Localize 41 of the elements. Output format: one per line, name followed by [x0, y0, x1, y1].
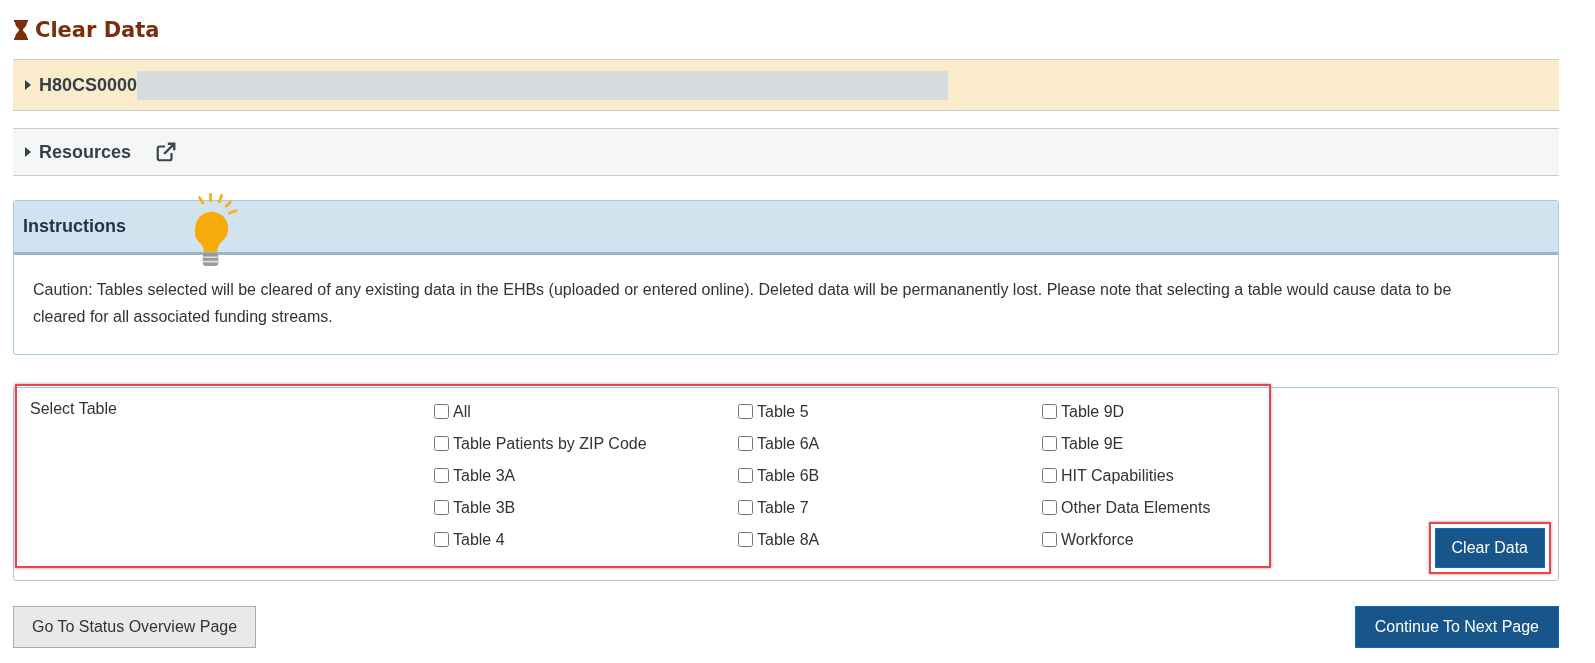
- table-checkbox[interactable]: [1042, 500, 1057, 515]
- table-checkbox[interactable]: [738, 500, 753, 515]
- checkbox-label[interactable]: Table Patients by ZIP Code: [453, 434, 647, 453]
- table-checkbox[interactable]: [434, 468, 449, 483]
- checkbox-label[interactable]: Table 3B: [453, 498, 516, 517]
- checkbox-label[interactable]: Table 6A: [757, 434, 820, 453]
- checkbox-label[interactable]: Table 7: [757, 498, 809, 517]
- instructions-heading: Instructions: [23, 216, 126, 237]
- continue-button[interactable]: Continue To Next Page: [1354, 606, 1559, 648]
- table-checkbox[interactable]: [738, 532, 753, 547]
- checkbox-label[interactable]: All: [453, 402, 471, 421]
- checkbox-label[interactable]: Table 9D: [1061, 402, 1125, 421]
- grant-panel-toggle[interactable]: H80CS0000: [13, 74, 138, 96]
- table-checkbox[interactable]: [1042, 404, 1057, 419]
- checkbox-label[interactable]: Table 9E: [1061, 434, 1124, 453]
- checkbox-label[interactable]: Table 3A: [453, 466, 516, 485]
- table-checkbox[interactable]: [434, 404, 449, 419]
- checkbox-label[interactable]: Table 5: [757, 402, 809, 421]
- select-table-label: Select Table: [30, 400, 118, 419]
- table-checkbox[interactable]: [1042, 468, 1057, 483]
- table-checkbox[interactable]: [1042, 532, 1057, 547]
- checkbox-label[interactable]: Table 4: [453, 530, 505, 549]
- checkbox-label[interactable]: Table 6B: [757, 466, 820, 485]
- resources-panel-toggle[interactable]: Resources: [13, 141, 132, 163]
- table-checkbox[interactable]: [434, 500, 449, 515]
- table-checkbox[interactable]: [738, 404, 753, 419]
- checkbox-label[interactable]: Workforce: [1061, 530, 1134, 549]
- table-checkbox[interactable]: [1042, 436, 1057, 451]
- table-checkbox[interactable]: [738, 468, 753, 483]
- hourglass-icon: [13, 19, 29, 41]
- checkbox-label[interactable]: HIT Capabilities: [1061, 466, 1174, 485]
- external-link-icon[interactable]: [155, 141, 178, 163]
- page-title: Clear Data: [35, 18, 160, 42]
- checkbox-label[interactable]: Table 8A: [757, 530, 820, 549]
- table-checkbox[interactable]: [738, 436, 753, 451]
- status-overview-button[interactable]: Go To Status Overview Page: [13, 606, 257, 648]
- table-checkbox[interactable]: [434, 436, 449, 451]
- table-checkbox[interactable]: [434, 532, 449, 547]
- caution-text: Caution: Tables selected will be cleared of any existing data in the EHBs (uploaded or entered online). Deleted data will be permananently lost. Please note that selecting a table would cause data to be cleared for all associated funding streams.: [32, 280, 1453, 327]
- clear-data-button[interactable]: Clear Data: [1434, 528, 1545, 568]
- checkbox-label[interactable]: Other Data Elements: [1061, 498, 1211, 517]
